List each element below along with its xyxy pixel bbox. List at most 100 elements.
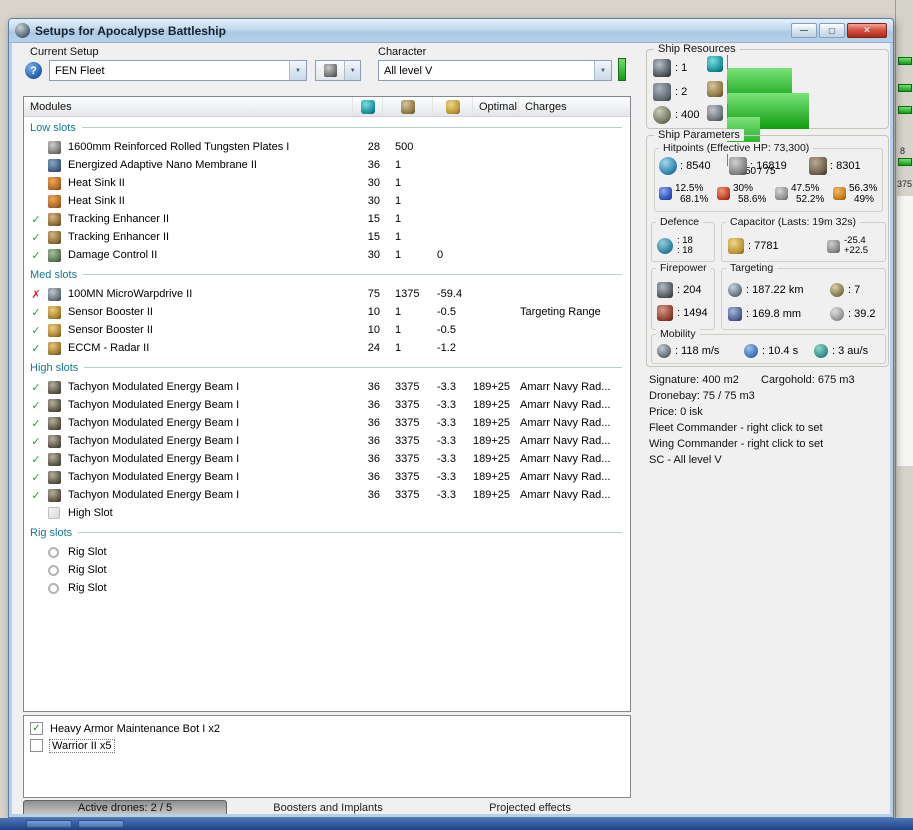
module-row[interactable]: ✓ Tachyon Modulated Energy Beam I 36 3375 -3… — [24, 432, 630, 450]
column-cpu[interactable] — [353, 97, 383, 116]
titlebar[interactable]: Setups for Apocalypse Battleship — ▢ ✕ — [9, 19, 893, 43]
module-row[interactable]: ✗ 100MN MicroWarpdrive II 75 1375 -59.4 — [24, 285, 630, 303]
armor-icon — [729, 157, 747, 175]
setup-tools-button[interactable]: ▼ — [315, 60, 361, 81]
module-optimal-value: 189+25 — [473, 381, 511, 393]
capacitor-balance: -25.4 +22.5 — [827, 236, 868, 256]
cpu-icon — [707, 56, 723, 72]
status-ok-icon: ✓ — [31, 435, 41, 448]
module-charges-value: Amarr Navy Rad... — [520, 381, 611, 393]
module-row[interactable]: Rig Slot — [24, 561, 630, 579]
module-powergrid-value: 3375 — [395, 399, 420, 411]
character-combobox-arrow-icon[interactable]: ▼ — [594, 61, 611, 80]
launcher-hardpoints-icon — [653, 83, 671, 101]
capacitor-amount: : 7781 — [728, 238, 779, 254]
help-icon[interactable]: ? — [25, 62, 42, 79]
slot-group-title: Med slots — [30, 268, 78, 281]
module-row[interactable]: Heat Sink II 30 1 — [24, 192, 630, 210]
module-name: Energized Adaptive Nano Membrane II — [68, 159, 257, 171]
minimize-button[interactable]: — — [791, 23, 817, 38]
drone-item[interactable]: ✓ Heavy Armor Maintenance Bot I x2 — [24, 720, 630, 737]
module-name: Tachyon Modulated Energy Beam I — [68, 453, 240, 465]
module-row[interactable]: ✓ Sensor Booster II 10 1 -0.5 — [24, 321, 630, 339]
capacitor-recharge: +22.5 — [844, 245, 869, 256]
module-tool-icon — [316, 61, 344, 80]
module-powergrid-value: 1 — [395, 231, 402, 243]
em-resists: 12.5% 68.1% — [659, 183, 708, 205]
module-row[interactable]: ✓ Tracking Enhancer II 15 1 — [24, 228, 630, 246]
taskbar-button[interactable] — [78, 820, 124, 828]
setup-tools-arrow-icon[interactable]: ▼ — [344, 61, 360, 80]
tracking-module-icon — [48, 212, 61, 226]
tachyon-module-icon — [48, 452, 61, 466]
module-row[interactable]: ✓ Tracking Enhancer II 15 1 — [24, 210, 630, 228]
module-row[interactable]: ✓ Tachyon Modulated Energy Beam I 36 3375 -3… — [24, 450, 630, 468]
capacitor-icon — [728, 238, 744, 254]
thermal-damage-icon — [717, 187, 730, 200]
targeting-range-value: : 187.22 km — [746, 284, 804, 296]
column-modules[interactable]: Modules — [24, 97, 353, 116]
align-time-icon — [744, 344, 758, 358]
defence-value-2: : 18 — [677, 245, 693, 256]
capacitor-delta-icon — [827, 239, 840, 253]
kinetic-resists: 47.5% 52.2% — [775, 183, 824, 205]
app-icon — [15, 23, 30, 38]
hitpoints-title: Hitpoints (Effective HP: 73,300) — [659, 142, 814, 154]
tab-boosters-and-implants[interactable]: Boosters and Implants — [227, 800, 429, 814]
background-fragment-panel — [897, 196, 913, 466]
module-row[interactable]: ✓ Tachyon Modulated Energy Beam I 36 3375 -3… — [24, 486, 630, 504]
slot-group-header: Rig slots — [24, 522, 630, 543]
module-powergrid-value: 1375 — [395, 288, 420, 300]
capacitor-title: Capacitor (Lasts: 19m 32s) — [726, 216, 861, 228]
membrane-module-icon — [48, 158, 61, 172]
module-name: Tracking Enhancer II — [68, 213, 170, 225]
module-charges-value: Amarr Navy Rad... — [520, 417, 611, 429]
tab-active-drones-2-5[interactable]: Active drones: 2 / 5 — [23, 800, 227, 814]
warp-speed: : 3 au/s — [814, 344, 868, 358]
module-row[interactable]: High Slot — [24, 504, 630, 522]
module-row[interactable]: ✓ Tachyon Modulated Energy Beam I 36 3375 -3… — [24, 468, 630, 486]
module-cpu-value: 28 — [367, 141, 380, 153]
shield-icon — [659, 157, 677, 175]
module-name: ECCM - Radar II — [68, 342, 150, 354]
taskbar-button[interactable] — [26, 820, 72, 828]
character-combobox[interactable]: All level V ▼ — [378, 60, 612, 81]
armor-hp: : 16819 — [729, 157, 787, 175]
module-row[interactable]: ✓ Tachyon Modulated Energy Beam I 36 3375 -3… — [24, 396, 630, 414]
close-button[interactable]: ✕ — [847, 23, 887, 38]
tab-projected-effects[interactable]: Projected effects — [429, 800, 631, 814]
setup-combobox[interactable]: FEN Fleet ▼ — [49, 60, 307, 81]
turret-hardpoints-value: : 1 — [675, 62, 688, 74]
module-row[interactable]: ✓ ECCM - Radar II 24 1 -1.2 — [24, 339, 630, 357]
drone-checkbox[interactable]: ✓ — [30, 722, 43, 735]
column-capacitor[interactable] — [433, 97, 473, 116]
module-row[interactable]: 1600mm Reinforced Rolled Tungsten Plates… — [24, 138, 630, 156]
column-powergrid[interactable] — [383, 97, 433, 116]
module-row[interactable]: Heat Sink II 30 1 — [24, 174, 630, 192]
maximize-button[interactable]: ▢ — [819, 23, 845, 38]
status-ok-icon: ✓ — [31, 399, 41, 412]
setup-combobox-arrow-icon[interactable]: ▼ — [289, 61, 306, 80]
capacitor-column-icon — [445, 99, 460, 114]
module-row[interactable]: Energized Adaptive Nano Membrane II 36 1 — [24, 156, 630, 174]
module-row[interactable]: ✓ Sensor Booster II 10 1 -0.5 Targeting Range — [24, 303, 630, 321]
turret-hardpoints: : 1 — [653, 59, 687, 77]
module-row[interactable]: ✓ Tachyon Modulated Energy Beam I 36 3375 -3… — [24, 414, 630, 432]
targeting-title: Targeting — [726, 262, 778, 274]
shield-hp-value: : 8540 — [680, 160, 711, 172]
slot-group-title: High slots — [30, 361, 79, 374]
module-row[interactable]: Rig Slot — [24, 579, 630, 597]
column-optimal[interactable]: Optimal — [473, 97, 519, 116]
column-charges[interactable]: Charges — [519, 97, 630, 116]
module-name: Tachyon Modulated Energy Beam I — [68, 417, 240, 429]
module-row[interactable]: ✓ Tachyon Modulated Energy Beam I 36 3375 -3… — [24, 378, 630, 396]
status-ok-icon: ✓ — [31, 324, 41, 337]
targeting-box: Targeting : 187.22 km : 7 : 169.8 mm: 3… — [721, 262, 886, 330]
module-row[interactable]: ✓ Damage Control II 30 1 0 — [24, 246, 630, 264]
module-icon-cell — [48, 507, 65, 519]
drone-item[interactable]: Warrior II x5 — [24, 737, 630, 754]
taskbar[interactable] — [0, 818, 913, 830]
module-row[interactable]: Rig Slot — [24, 543, 630, 561]
scan-resolution-icon — [728, 307, 742, 321]
drone-checkbox[interactable] — [30, 739, 43, 752]
